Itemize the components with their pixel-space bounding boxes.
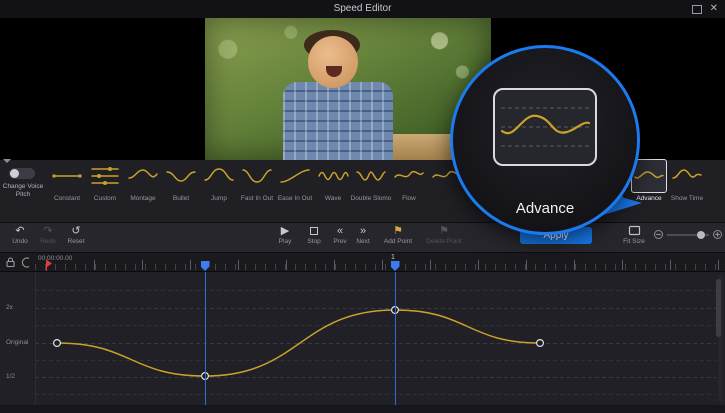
video-subject-shirt bbox=[283, 82, 393, 160]
curve-montage-icon bbox=[125, 159, 161, 193]
preset-label: Jump bbox=[211, 195, 227, 202]
fit-size-button[interactable]: Fit Size bbox=[616, 225, 652, 245]
maximize-icon[interactable] bbox=[692, 5, 702, 14]
undo-label: Undo bbox=[12, 238, 28, 245]
preset-fast-in-out[interactable]: Fast In Out bbox=[238, 159, 276, 202]
preset-jump[interactable]: Jump bbox=[200, 159, 238, 202]
sliders-icon bbox=[87, 159, 123, 193]
add-point-label: Add Point bbox=[384, 238, 412, 245]
voice-pitch-toggle[interactable] bbox=[9, 168, 35, 179]
preset-constant[interactable]: Constant bbox=[48, 159, 86, 202]
prev-label: Prev bbox=[333, 238, 346, 245]
vertical-scrollbar-thumb[interactable] bbox=[716, 279, 721, 337]
delete-point-button[interactable]: ⚑ Delete Point bbox=[420, 225, 468, 245]
delete-point-flag-icon: ⚑ bbox=[439, 225, 449, 237]
ruler-second-label: 1 bbox=[391, 254, 395, 261]
play-icon: ▶ bbox=[281, 225, 289, 237]
play-button[interactable]: ▶ Play bbox=[272, 225, 298, 245]
close-icon[interactable]: ✕ bbox=[710, 2, 718, 16]
delete-point-label: Delete Point bbox=[426, 238, 461, 245]
zoom-slider-knob[interactable] bbox=[697, 231, 705, 239]
voice-pitch-label: Change Voice Pitch bbox=[0, 183, 46, 200]
timeline-ruler[interactable] bbox=[0, 253, 725, 272]
window-title: Speed Editor bbox=[0, 0, 725, 18]
add-point-button[interactable]: ⚑ Add Point bbox=[378, 225, 418, 245]
curve-bullet-icon bbox=[163, 159, 199, 193]
reset-button[interactable]: ↺ Reset bbox=[62, 225, 90, 245]
reset-label: Reset bbox=[68, 238, 85, 245]
zoom-in-icon[interactable] bbox=[712, 229, 723, 240]
preset-bullet[interactable]: Bullet bbox=[162, 159, 200, 202]
preset-label: Bullet bbox=[173, 195, 189, 202]
preset-show-time[interactable]: Show Time bbox=[668, 159, 706, 202]
curve-fast-in-out-icon bbox=[239, 159, 275, 193]
playhead[interactable] bbox=[46, 260, 47, 271]
keyframe-point[interactable] bbox=[54, 340, 61, 347]
redo-button[interactable]: ↷ Redo bbox=[36, 225, 60, 245]
fit-size-label: Fit Size bbox=[623, 238, 645, 245]
lock-icon[interactable] bbox=[5, 256, 16, 268]
preset-flow[interactable]: Flow bbox=[390, 159, 428, 202]
preset-label: Show Time bbox=[671, 195, 703, 202]
preset-double-slomo[interactable]: Double Slomo bbox=[352, 159, 390, 202]
preset-label: Wave bbox=[325, 195, 341, 202]
preset-label: Custom bbox=[94, 195, 116, 202]
zoom-out-icon[interactable] bbox=[653, 229, 664, 240]
stop-icon bbox=[310, 225, 318, 237]
stop-button[interactable]: Stop bbox=[301, 225, 327, 245]
undo-icon: ↶ bbox=[15, 225, 24, 237]
magnifier-preset-preview bbox=[493, 88, 597, 166]
vertical-scrollbar[interactable] bbox=[718, 275, 723, 402]
preset-label: Ease In Out bbox=[278, 195, 312, 202]
preset-custom[interactable]: Custom bbox=[86, 159, 124, 202]
keyframe-line bbox=[205, 272, 206, 405]
speed-curve-svg bbox=[0, 272, 725, 405]
toggle-knob bbox=[10, 169, 19, 178]
collapse-arrow-icon[interactable] bbox=[3, 159, 11, 167]
keyframe-point[interactable] bbox=[537, 340, 544, 347]
prev-icon: « bbox=[337, 225, 343, 237]
preset-label: Double Slomo bbox=[351, 195, 392, 202]
curve-flow-icon bbox=[391, 159, 427, 193]
curve-ease-in-out-icon bbox=[277, 159, 313, 193]
curve-double-slomo-icon bbox=[353, 159, 389, 193]
reset-icon: ↺ bbox=[71, 225, 80, 237]
preset-montage[interactable]: Montage bbox=[124, 159, 162, 202]
ruler-major-ticks bbox=[35, 260, 725, 270]
title-bar: Speed Editor ✕ bbox=[0, 0, 725, 18]
video-frame bbox=[205, 18, 491, 160]
play-label: Play bbox=[279, 238, 292, 245]
speed-curve[interactable] bbox=[57, 310, 540, 376]
prev-button[interactable]: « Prev bbox=[329, 225, 351, 245]
keyframe-line bbox=[395, 272, 396, 405]
preset-label: Montage bbox=[130, 195, 155, 202]
preset-ease-in-out[interactable]: Ease In Out bbox=[276, 159, 314, 202]
curve-constant-icon bbox=[49, 159, 85, 193]
magnifier-circle: Advance bbox=[450, 45, 640, 235]
next-icon: » bbox=[360, 225, 366, 237]
next-button[interactable]: » Next bbox=[352, 225, 374, 245]
preset-label: Constant bbox=[54, 195, 80, 202]
preset-wave[interactable]: Wave bbox=[314, 159, 352, 202]
curve-show-time-icon bbox=[669, 159, 705, 193]
curve-jump-icon bbox=[201, 159, 237, 193]
timecode: 00:00:00.00 bbox=[38, 255, 72, 262]
fit-size-icon bbox=[628, 225, 641, 237]
video-subject-head bbox=[308, 36, 358, 88]
curve-mode-icon[interactable] bbox=[20, 256, 31, 268]
stop-label: Stop bbox=[307, 238, 320, 245]
horizontal-scrollbar[interactable] bbox=[0, 405, 725, 413]
undo-button[interactable]: ↶ Undo bbox=[8, 225, 32, 245]
curve-wave-icon bbox=[315, 159, 351, 193]
preset-label: Flow bbox=[402, 195, 416, 202]
curve-editor[interactable]: 2x Original 1/2 bbox=[0, 272, 725, 405]
preset-label: Fast In Out bbox=[241, 195, 273, 202]
redo-label: Redo bbox=[40, 238, 56, 245]
redo-icon: ↷ bbox=[43, 225, 52, 237]
magnifier-label: Advance bbox=[453, 200, 637, 217]
speed-editor-window: Speed Editor ✕ Change Voice Pitch Consta… bbox=[0, 0, 725, 413]
add-point-flag-icon: ⚑ bbox=[393, 225, 403, 237]
next-label: Next bbox=[356, 238, 369, 245]
